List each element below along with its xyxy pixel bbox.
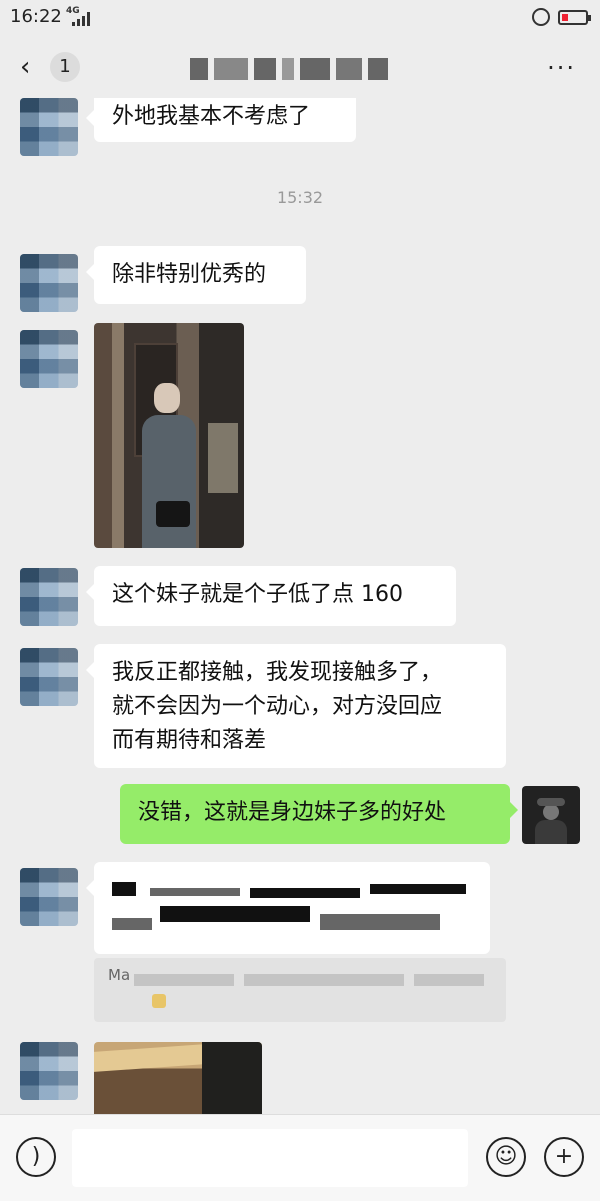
chat-title	[190, 56, 420, 82]
contact-avatar[interactable]	[20, 868, 78, 926]
redaction-block	[112, 882, 136, 896]
contact-avatar[interactable]	[20, 648, 78, 706]
chat-header: ‹ 1 ···	[0, 36, 600, 98]
battery-icon	[558, 10, 591, 25]
voice-icon[interactable]: )	[16, 1137, 56, 1177]
contact-avatar[interactable]	[20, 98, 78, 156]
message-bubble[interactable]: 除非特别优秀的	[86, 246, 306, 304]
message-bubble[interactable]: 没错，这就是身边妹子多的好处	[120, 784, 518, 844]
unread-badge[interactable]: 1	[50, 52, 80, 82]
contact-avatar[interactable]	[20, 1042, 78, 1100]
input-bar: ) ☺ +	[0, 1114, 600, 1201]
message-input[interactable]	[72, 1129, 468, 1187]
image-message[interactable]	[94, 323, 244, 548]
message-bubble[interactable]: 我反正都接触，我发现接触多了， 就不会因为一个动心，对方没回应 而有期待和落差	[86, 644, 506, 768]
redaction-block	[160, 906, 310, 922]
image-message[interactable]	[94, 1042, 262, 1114]
contact-avatar[interactable]	[20, 330, 78, 388]
redaction-block	[112, 918, 152, 930]
message-timestamp: 15:32	[276, 188, 324, 207]
message-bubble[interactable]: 这个妹子就是个子低了点 160	[86, 566, 456, 626]
emoji-icon[interactable]: ☺	[486, 1137, 526, 1177]
more-options-icon[interactable]: ···	[547, 54, 576, 82]
contact-avatar[interactable]	[20, 568, 78, 626]
redaction-block	[370, 884, 466, 894]
signal-icon	[72, 12, 90, 26]
user-avatar[interactable]	[522, 786, 580, 844]
plus-icon[interactable]: +	[544, 1137, 584, 1177]
status-time: 16:22	[10, 6, 62, 27]
rotation-lock-icon	[532, 8, 550, 26]
message-bubble[interactable]: 外地我基本不考虑了	[86, 98, 356, 142]
contact-avatar[interactable]	[20, 254, 78, 312]
redaction-block	[250, 888, 360, 898]
quoted-message[interactable]: Ma	[94, 958, 506, 1022]
redaction-block	[150, 888, 240, 896]
file-icon	[152, 994, 166, 1008]
back-arrow-icon[interactable]: ‹	[20, 52, 30, 82]
redaction-block	[320, 914, 440, 930]
status-bar: 16:22 4G	[0, 0, 600, 36]
chat-message-list[interactable]: 外地我基本不考虑了 15:32 除非特别优秀的 这个妹子就是个子低了点 160 …	[0, 98, 600, 1114]
